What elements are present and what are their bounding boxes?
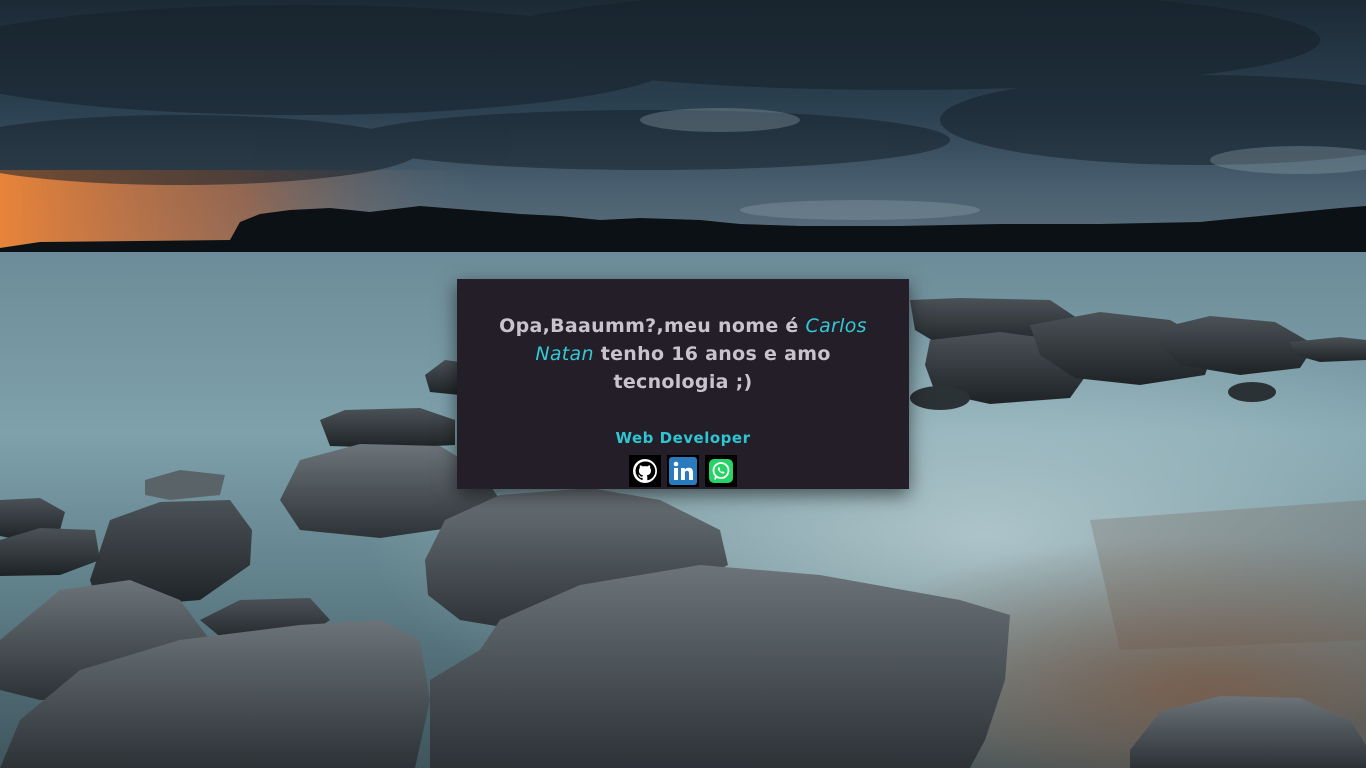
linkedin-icon <box>667 455 699 487</box>
social-links <box>457 455 909 487</box>
intro-rest-text: tenho 16 anos e amo tecnologia ;) <box>593 343 831 393</box>
linkedin-link[interactable] <box>667 455 699 487</box>
greeting-text: Opa,Baaumm?,meu nome é <box>499 315 806 337</box>
page-background: Opa,Baaumm?,meu nome é Carlos Natan tenh… <box>0 0 1366 768</box>
github-link[interactable] <box>629 455 661 487</box>
profile-card: Opa,Baaumm?,meu nome é Carlos Natan tenh… <box>457 279 909 489</box>
role-title: Web Developer <box>615 429 751 447</box>
github-icon <box>629 455 661 487</box>
whatsapp-link[interactable] <box>705 455 737 487</box>
whatsapp-icon <box>705 455 737 487</box>
intro-text: Opa,Baaumm?,meu nome é Carlos Natan tenh… <box>493 312 873 396</box>
